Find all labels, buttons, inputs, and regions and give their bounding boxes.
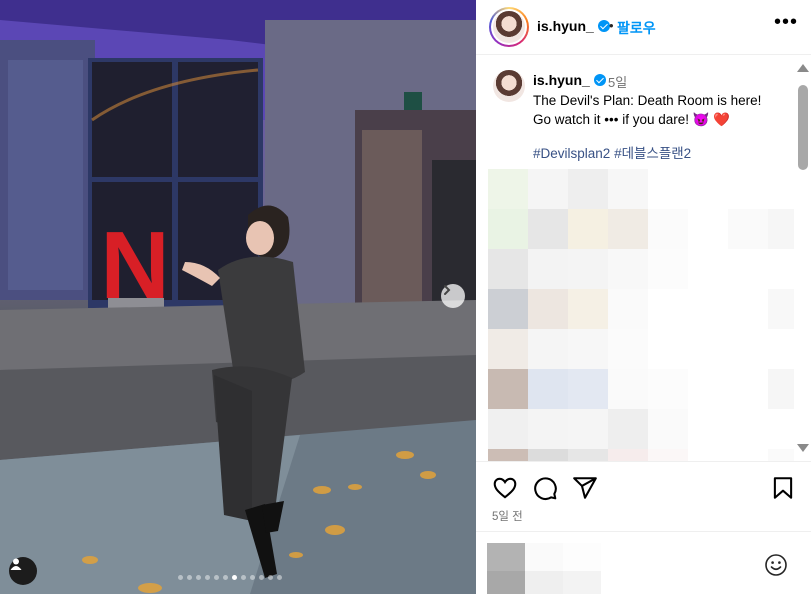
verified-icon xyxy=(593,74,606,86)
username-text: is.hyun_ xyxy=(537,18,594,34)
post-date[interactable]: 5일 전 xyxy=(492,508,523,524)
scroll-down-arrow[interactable] xyxy=(797,444,809,452)
user-tag-icon xyxy=(10,558,22,570)
post-header: is.hyun_ • 팔로우 ••• xyxy=(476,0,811,55)
carousel-dot xyxy=(277,575,282,580)
netflix-logo: N xyxy=(100,212,169,319)
action-bar: 5일 전 xyxy=(476,461,811,531)
caption-username-text: is.hyun_ xyxy=(533,72,590,88)
caption-scrollbar[interactable] xyxy=(794,56,811,461)
caption-avatar[interactable] xyxy=(493,70,525,102)
post-photo: N xyxy=(0,0,476,594)
carousel-dot xyxy=(259,575,264,580)
scroll-thumb[interactable] xyxy=(798,85,808,170)
carousel-indicator xyxy=(178,575,282,580)
comment-icon[interactable] xyxy=(532,475,558,501)
carousel-dot xyxy=(205,575,210,580)
carousel-dot xyxy=(223,575,228,580)
blurred-comments xyxy=(488,169,794,461)
caption-area: is.hyun_ 5일 The Devil's Plan: Death Room… xyxy=(476,56,794,461)
carousel-dot-active xyxy=(232,575,237,580)
carousel-dot xyxy=(196,575,201,580)
caption-username[interactable]: is.hyun_ xyxy=(533,72,606,88)
emoji-icon[interactable] xyxy=(764,553,788,577)
more-icon[interactable]: ••• xyxy=(774,12,797,37)
hashtag-link[interactable]: #데블스플랜2 xyxy=(614,146,691,161)
separator: • xyxy=(609,18,614,33)
carousel-dot xyxy=(187,575,192,580)
avatar xyxy=(493,11,525,43)
hashtag-link[interactable]: #Devilsplan2 xyxy=(533,146,610,161)
comment-section xyxy=(476,531,811,594)
post-media[interactable]: N xyxy=(0,0,476,594)
blurred-comment-input xyxy=(487,543,601,594)
caption-time[interactable]: 5일 xyxy=(608,72,627,91)
carousel-dot xyxy=(214,575,219,580)
chevron-right-icon xyxy=(444,285,451,295)
scroll-up-arrow[interactable] xyxy=(797,64,809,72)
carousel-dot xyxy=(178,575,183,580)
story-avatar[interactable] xyxy=(489,7,529,47)
caption-text: The Devil's Plan: Death Room is here! Go… xyxy=(533,91,783,129)
carousel-dot xyxy=(250,575,255,580)
carousel-dot xyxy=(268,575,273,580)
follow-button[interactable]: 팔로우 xyxy=(617,18,656,38)
verified-icon xyxy=(597,20,610,32)
bookmark-icon[interactable] xyxy=(770,475,796,501)
carousel-dot xyxy=(241,575,246,580)
next-image-button[interactable] xyxy=(441,284,465,308)
post-sidebar: is.hyun_ • 팔로우 ••• is.hyun_ 5일 The Devil… xyxy=(476,0,811,594)
caption-line: The Devil's Plan: Death Room is here! xyxy=(533,93,762,108)
username-link[interactable]: is.hyun_ xyxy=(537,18,610,34)
share-icon[interactable] xyxy=(572,475,598,501)
user-tag-button[interactable] xyxy=(9,557,37,585)
caption-line: Go watch it ••• if you dare! 😈 ❤️ xyxy=(533,112,731,127)
hashtags: #Devilsplan2 #데블스플랜2 xyxy=(533,142,691,162)
heart-icon[interactable] xyxy=(492,475,518,501)
